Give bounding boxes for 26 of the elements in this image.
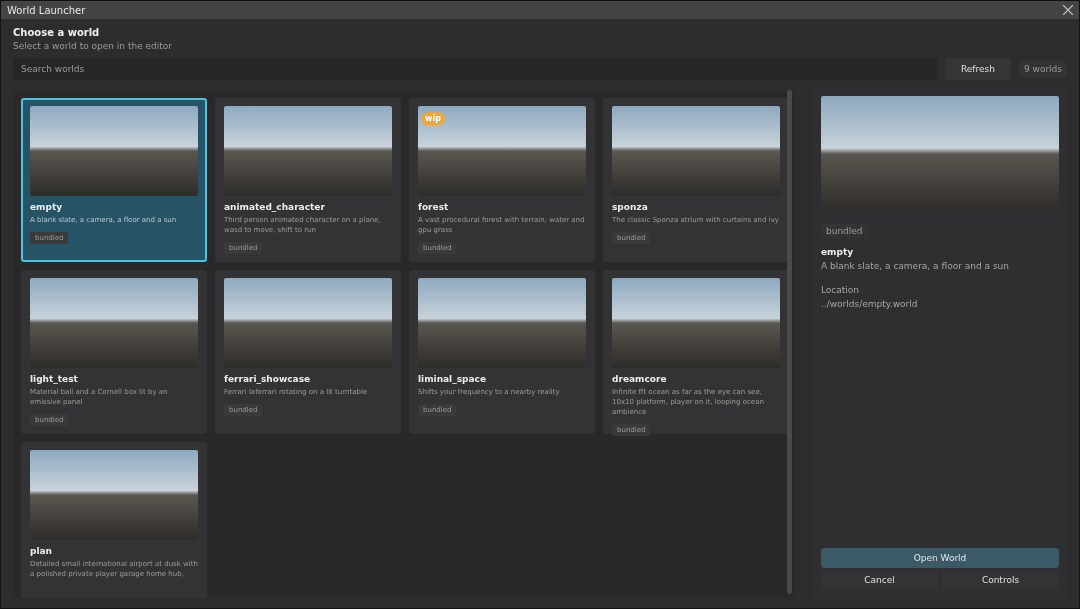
heading: Choose a world xyxy=(13,27,101,38)
world-name: empty xyxy=(821,247,855,257)
world-name: empty xyxy=(30,202,64,212)
world-name: ferrari_showcase xyxy=(224,374,312,384)
world-name: dreamcore xyxy=(612,374,668,384)
refresh-button[interactable]: Refresh xyxy=(944,58,1011,80)
location-label: Location xyxy=(821,285,861,295)
world-name: sponza xyxy=(612,202,649,212)
world-name: forest xyxy=(418,202,450,212)
controls-button[interactable]: Controls xyxy=(942,570,1059,590)
world-description: A blank slate, a camera, a floor and a sun xyxy=(821,261,1010,271)
cancel-button[interactable]: Cancel xyxy=(821,570,938,590)
location-path: ../worlds/empty.world xyxy=(821,299,919,309)
world-name: liminal_space xyxy=(418,374,487,384)
world-name: animated_character xyxy=(224,202,326,212)
world-name: light_test xyxy=(30,374,79,384)
world-name: plan xyxy=(30,546,53,556)
scrollbar[interactable] xyxy=(787,90,792,594)
subtitle: Select a world to open in the editor xyxy=(13,41,174,51)
world-tag: bundled xyxy=(821,224,868,238)
status-badge: wip xyxy=(421,112,445,125)
window-title: World Launcher xyxy=(7,4,86,16)
search-field[interactable]: Search worlds xyxy=(13,58,937,80)
close-icon[interactable] xyxy=(1063,5,1073,15)
open-world-button[interactable]: Open World xyxy=(821,548,1059,568)
world-count: 9 worlds xyxy=(1018,61,1067,77)
